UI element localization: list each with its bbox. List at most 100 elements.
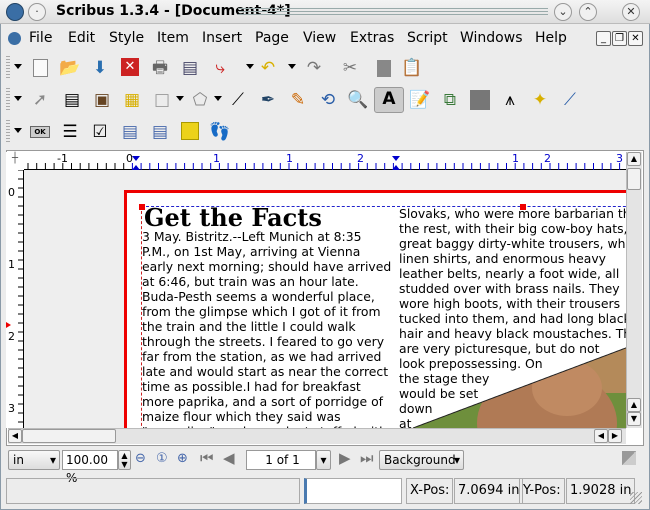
paste-icon[interactable]: 📋 [400, 57, 424, 79]
unlink-frames-icon[interactable] [468, 89, 492, 111]
first-page-icon[interactable]: ⏮ [200, 449, 214, 467]
vertical-scroll-thumb[interactable] [627, 168, 641, 190]
story-editor-icon[interactable]: 📝 [408, 89, 432, 111]
redo-icon[interactable]: ↷ [302, 57, 326, 79]
menu-script[interactable]: Script [407, 30, 448, 46]
copy-icon[interactable] [372, 57, 396, 79]
menu-file[interactable]: File [29, 30, 52, 46]
last-page-icon[interactable]: ⏭ [360, 449, 374, 467]
text-annotation-icon[interactable] [178, 121, 202, 143]
polygon-dropdown-icon[interactable] [214, 96, 222, 101]
resize-grip[interactable] [630, 492, 642, 504]
table-icon[interactable]: ▦ [120, 89, 144, 111]
open-folder-icon[interactable]: 📂 [58, 57, 82, 79]
horizontal-scroll-thumb[interactable] [22, 429, 116, 443]
layer-select[interactable]: Background ▾ [379, 450, 464, 470]
document-canvas[interactable]: Get the Facts 3 May. Bistritz.--Left Mun… [24, 170, 626, 428]
horizontal-scrollbar[interactable]: ◀ ◀ ▶ [8, 428, 626, 444]
toolbar-options-icon[interactable] [14, 128, 22, 133]
menu-item[interactable]: Item [157, 30, 189, 46]
unit-select[interactable]: in ▾ [8, 450, 60, 470]
toolbar-options-icon[interactable] [14, 96, 22, 101]
pdf-combobox-icon[interactable]: ▤ [118, 121, 142, 143]
measure-icon[interactable]: ⩚ [498, 89, 522, 111]
close-document-icon[interactable]: ✕ [118, 57, 142, 79]
ruler-label: 0 [126, 152, 133, 165]
shape-icon[interactable]: □ [150, 89, 174, 111]
tools-toolbar: ➚ ▤ ▣ ▦ □ ⬠ ⟋ ✒ ✎ ⟲ 🔍 A 📝 ⧉ ⩚ ✦ ⟋ [6, 84, 646, 116]
clipped-image[interactable] [127, 193, 626, 428]
select-arrow-icon[interactable]: ➚ [28, 89, 52, 111]
vertical-ruler[interactable]: 0 1 2 3 [6, 169, 24, 428]
toolbar-grip[interactable] [6, 56, 10, 80]
cut-icon[interactable]: ✂ [338, 57, 362, 79]
ruler-origin-corner[interactable]: ┼ [6, 152, 24, 170]
link-frames-icon[interactable]: ⧉ [438, 89, 462, 111]
zoom-100-icon[interactable]: ① [156, 451, 168, 466]
toolbar-grip[interactable] [6, 120, 10, 144]
doc-close-button[interactable]: ✕ [628, 31, 643, 46]
scroll-up-small-button[interactable]: ▲ [627, 398, 641, 412]
vertical-scrollbar[interactable]: ▲ ▲ ▼ [626, 152, 642, 428]
bezier-icon[interactable]: ✒ [256, 89, 280, 111]
preview-mode-icon[interactable] [622, 451, 636, 465]
zoom-stepper[interactable]: ▲ ▼ [118, 450, 131, 470]
save-icon[interactable]: ⬇ [88, 57, 112, 79]
pdf-button-icon[interactable]: OK [28, 121, 52, 143]
scroll-down-button[interactable]: ▼ [627, 412, 641, 426]
doc-restore-button[interactable]: ❐ [612, 31, 627, 46]
zoom-in-icon[interactable]: ⊕ [177, 451, 188, 466]
zoom-icon[interactable]: 🔍 [346, 89, 370, 111]
menu-view[interactable]: View [303, 30, 336, 46]
scroll-left-button[interactable]: ◀ [8, 429, 22, 443]
toolbar-options-icon[interactable] [14, 64, 22, 69]
doc-globe-icon [8, 32, 21, 45]
scroll-up-button[interactable]: ▲ [627, 152, 641, 166]
page-select[interactable]: 1 of 1 [246, 450, 316, 470]
window-menu-button[interactable]: · [28, 3, 46, 21]
redo-dropdown-icon[interactable] [288, 64, 296, 69]
rotate-icon[interactable]: ⟲ [316, 89, 340, 111]
menu-page[interactable]: Page [255, 30, 289, 46]
menu-help[interactable]: Help [535, 30, 567, 46]
minimize-button[interactable]: ⌄ [554, 3, 572, 21]
link-annotation-icon[interactable]: 👣 [208, 121, 232, 143]
menu-bar: File Edit Style Item Insert Page View Ex… [0, 26, 650, 50]
menu-extras[interactable]: Extras [350, 30, 394, 46]
toolbar-grip[interactable] [6, 88, 10, 112]
menu-insert[interactable]: Insert [202, 30, 242, 46]
shape-dropdown-icon[interactable] [176, 96, 184, 101]
pdf-listbox-icon[interactable]: ▤ [148, 121, 172, 143]
text-frame-icon[interactable]: ▤ [60, 89, 84, 111]
next-page-icon[interactable]: ▶ [339, 449, 351, 467]
new-document-icon[interactable] [28, 57, 52, 79]
polygon-icon[interactable]: ⬠ [188, 89, 212, 111]
menu-style[interactable]: Style [109, 30, 144, 46]
image-frame-icon[interactable]: ▣ [90, 89, 114, 111]
line-icon[interactable]: ⟋ [226, 89, 250, 111]
page-select-dropdown[interactable]: ▾ [316, 450, 331, 470]
horizontal-ruler[interactable]: -1 0 1 1 2 1 2 3 [24, 152, 626, 170]
menu-edit[interactable]: Edit [68, 30, 95, 46]
undo-icon[interactable]: ↶ [256, 57, 280, 79]
export-pdf-icon[interactable]: ⤷ [208, 57, 232, 79]
print-icon[interactable]: 🖶 [148, 57, 172, 79]
zoom-out-icon[interactable]: ⊖ [135, 451, 146, 466]
close-button[interactable]: ✕ [622, 3, 640, 21]
edit-text-icon[interactable]: A [374, 87, 404, 113]
scroll-right-button[interactable]: ▶ [608, 429, 622, 443]
app-globe-icon[interactable] [6, 3, 24, 21]
scroll-left-small-button[interactable]: ◀ [594, 429, 608, 443]
previous-page-icon[interactable]: ◀ [223, 449, 235, 467]
print-preview-icon[interactable]: ▤ [178, 57, 202, 79]
pdf-checkbox-icon[interactable]: ☑ [88, 121, 112, 143]
zoom-input[interactable]: 100.00 % [62, 450, 118, 485]
maximize-button[interactable]: ⌃ [579, 3, 597, 21]
undo-dropdown-icon[interactable] [246, 64, 254, 69]
copy-properties-icon[interactable]: ✦ [528, 89, 552, 111]
doc-minimize-button[interactable]: _ [596, 31, 611, 46]
freehand-pencil-icon[interactable]: ✎ [286, 89, 310, 111]
menu-windows[interactable]: Windows [460, 30, 523, 46]
eyedropper-icon[interactable]: ⟋ [558, 89, 582, 111]
pdf-text-field-icon[interactable]: ☰ [58, 121, 82, 143]
